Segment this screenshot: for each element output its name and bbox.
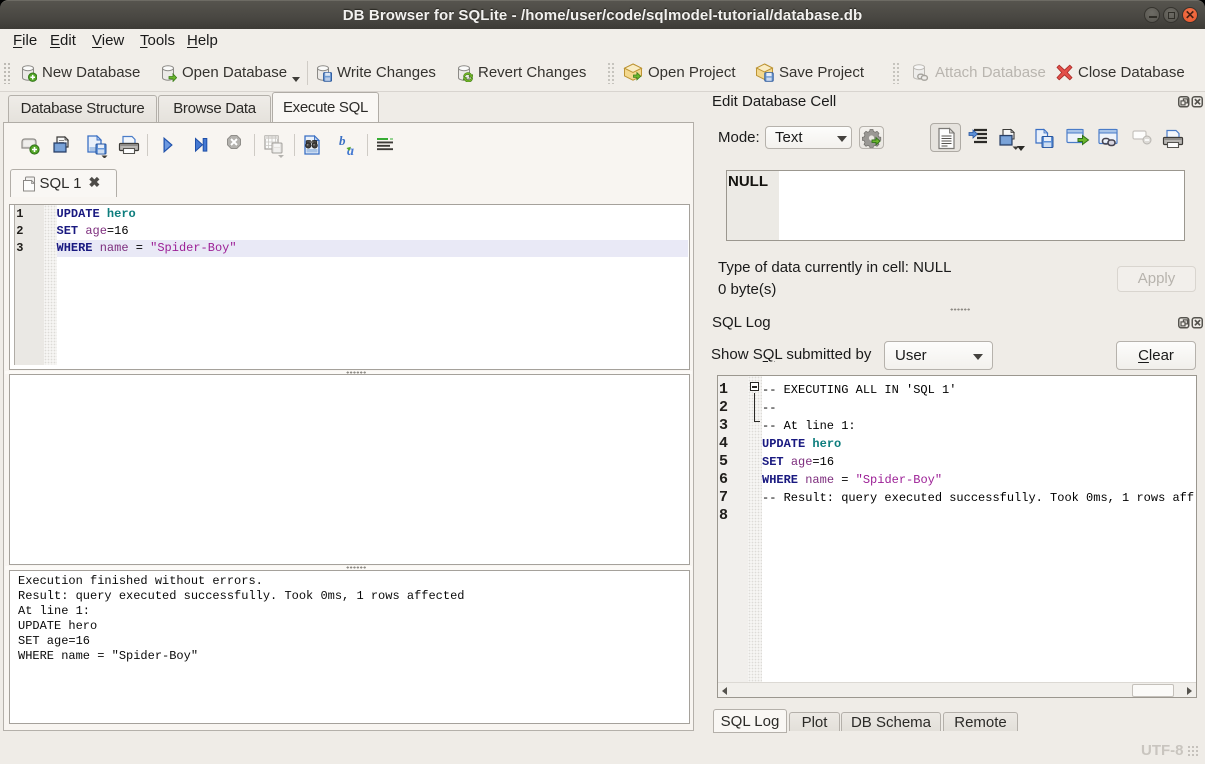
svg-text:a: a <box>347 144 354 156</box>
svg-text:b: b <box>339 134 346 148</box>
